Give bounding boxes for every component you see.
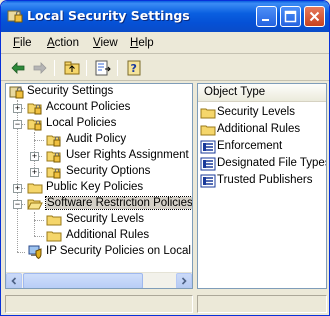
- minimize-icon: [262, 19, 269, 21]
- close-icon: [309, 11, 320, 22]
- toolbar-separator: [54, 60, 55, 76]
- security-settings-icon: [7, 8, 23, 24]
- details-pane[interactable]: Object Type Security Levels Additional R…: [197, 83, 327, 289]
- tree-line: [34, 140, 44, 141]
- close-button[interactable]: [304, 6, 325, 27]
- back-button[interactable]: [9, 59, 27, 77]
- help-button[interactable]: ?: [125, 59, 143, 77]
- ip-security-icon: [27, 244, 43, 260]
- toolbar-separator: [86, 60, 87, 76]
- status-cell-right: [197, 295, 327, 313]
- toolbar-separator: [117, 60, 118, 76]
- menu-file[interactable]: File: [13, 37, 32, 49]
- folder-icon: [46, 212, 62, 228]
- collapse-button[interactable]: −: [13, 120, 22, 129]
- export-list-button[interactable]: [94, 59, 112, 77]
- selected-tree-label: Software Restriction Policies: [45, 196, 193, 210]
- up-folder-icon: [64, 61, 80, 75]
- folder-icon: [27, 180, 43, 196]
- folder-lock-icon: [46, 132, 62, 148]
- minimize-button[interactable]: [256, 6, 277, 27]
- toolbar: ?: [1, 55, 329, 81]
- title-bar[interactable]: Local Security Settings: [1, 1, 329, 32]
- security-settings-icon: [9, 84, 25, 100]
- folder-icon: [200, 122, 216, 138]
- folder-lock-icon: [46, 148, 62, 164]
- maximize-button[interactable]: [280, 6, 301, 27]
- expand-button[interactable]: +: [13, 184, 22, 193]
- app-window: Local Security Settings File Action View…: [0, 0, 330, 316]
- folder-icon: [200, 105, 216, 121]
- expand-button[interactable]: +: [13, 104, 22, 113]
- menu-help[interactable]: Help: [130, 37, 154, 49]
- tree-line: [34, 220, 44, 221]
- settings-doc-icon: [200, 139, 216, 155]
- scroll-thumb[interactable]: [23, 273, 143, 288]
- svg-text:?: ?: [131, 62, 137, 75]
- folder-icon: [46, 228, 62, 244]
- expand-button[interactable]: +: [30, 152, 39, 161]
- tree-line: [34, 212, 35, 236]
- menu-view[interactable]: View: [93, 37, 118, 49]
- window-title: Local Security Settings: [27, 8, 190, 23]
- menu-action[interactable]: Action: [47, 37, 79, 49]
- expand-button[interactable]: +: [30, 168, 39, 177]
- tree-horizontal-scrollbar[interactable]: [6, 272, 192, 288]
- chevron-left-icon: [11, 277, 17, 285]
- menu-bar: File Action View Help: [1, 32, 329, 54]
- settings-doc-icon: [200, 173, 216, 189]
- scroll-left-button[interactable]: [6, 273, 22, 288]
- tree-line: [34, 236, 44, 237]
- column-header-object-type[interactable]: Object Type: [198, 84, 326, 102]
- help-icon: ?: [127, 60, 141, 76]
- tree-pane[interactable]: Security Settings + Account Policies − L…: [5, 83, 193, 289]
- scroll-right-button[interactable]: [176, 273, 192, 288]
- settings-doc-icon: [200, 156, 216, 172]
- up-one-level-button[interactable]: [63, 59, 81, 77]
- forward-button[interactable]: [31, 59, 49, 77]
- forward-arrow-icon: [33, 62, 47, 74]
- folder-lock-icon: [46, 164, 62, 180]
- folder-lock-icon: [27, 116, 43, 132]
- maximize-icon: [284, 10, 297, 23]
- back-arrow-icon: [11, 62, 25, 74]
- folder-open-icon: [27, 196, 43, 212]
- export-list-icon: [95, 60, 111, 76]
- status-cell-left: [5, 295, 193, 313]
- collapse-button[interactable]: −: [13, 200, 22, 209]
- folder-lock-icon: [27, 100, 43, 116]
- status-bar: [1, 293, 329, 315]
- chevron-right-icon: [181, 277, 187, 285]
- tree-line: [17, 252, 25, 253]
